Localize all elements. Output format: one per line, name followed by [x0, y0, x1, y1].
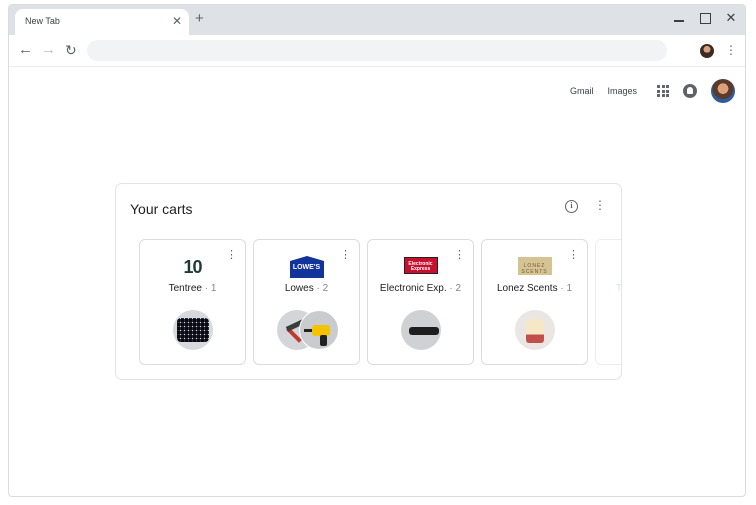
module-menu-icon[interactable]: ⋮	[594, 197, 606, 213]
item-count: · 1	[204, 283, 217, 294]
candle-product-image	[515, 310, 555, 350]
card-menu-icon[interactable]: ⋮	[340, 248, 351, 262]
cart-card-lowes[interactable]: ⋮ LOWE'S Lowes · 2	[253, 239, 360, 365]
soundbar-product-image	[401, 310, 441, 350]
item-count: · 1	[560, 283, 573, 294]
window-controls: ✕	[673, 11, 737, 25]
account-avatar[interactable]	[711, 79, 735, 103]
merchant-name: Lowes	[284, 283, 314, 294]
info-icon[interactable]: i	[565, 200, 578, 213]
cart-card-partial[interactable]: Ta	[595, 239, 621, 365]
cart-label: Lowes · 2	[254, 283, 359, 294]
drill-product-image	[299, 310, 339, 350]
cart-label: Electronic Exp. · 2	[368, 283, 473, 294]
cart-card-tentree[interactable]: ⋮ 10 Tentree · 1	[139, 239, 246, 365]
cart-card-lonez-scents[interactable]: ⋮ LONEZ SCENTS Lonez Scents · 1	[481, 239, 588, 365]
electronic-express-logo-icon: Electronic Express	[403, 257, 438, 274]
reload-icon[interactable]: ↻	[65, 41, 77, 59]
browser-menu-icon[interactable]: ⋮	[725, 42, 737, 58]
card-menu-icon[interactable]: ⋮	[454, 248, 465, 262]
shirt-product-image	[173, 310, 213, 350]
ntp-header: Gmail Images	[570, 77, 735, 105]
lonez-scents-logo-icon: LONEZ SCENTS	[517, 257, 552, 275]
module-title: Your carts	[130, 201, 193, 217]
forward-arrow-icon[interactable]: →	[41, 41, 56, 59]
card-menu-icon[interactable]: ⋮	[226, 248, 237, 262]
merchant-name: Ta	[616, 283, 621, 294]
tab-title: New Tab	[25, 16, 60, 26]
cart-card-electronic-express[interactable]: ⋮ Electronic Express Electronic Exp. · 2	[367, 239, 474, 365]
images-link[interactable]: Images	[607, 86, 637, 96]
carts-module: Your carts i ⋮ ⋮ 10 Tentree · 1 ⋮ LOWE'S…	[115, 183, 622, 380]
merchant-name: Lonez Scents	[496, 283, 558, 294]
gmail-link[interactable]: Gmail	[570, 86, 594, 96]
apps-grid-icon[interactable]	[657, 85, 669, 97]
new-tab-button[interactable]: +	[195, 11, 204, 27]
item-count: · 2	[449, 283, 462, 294]
browser-toolbar: ← → ↻ ⋮	[9, 35, 745, 67]
tab-strip: New Tab ✕ + ✕	[9, 5, 745, 35]
back-arrow-icon[interactable]: ←	[18, 41, 33, 59]
item-count: · 2	[316, 283, 329, 294]
merchant-name: Tentree	[168, 283, 202, 294]
notifications-icon[interactable]	[683, 84, 697, 98]
carts-row: ⋮ 10 Tentree · 1 ⋮ LOWE'S Lowes · 2 ⋮ El…	[131, 239, 621, 366]
window-close-icon[interactable]: ✕	[725, 11, 737, 25]
tab-new-tab[interactable]: New Tab ✕	[15, 9, 189, 35]
address-bar[interactable]	[87, 40, 667, 61]
lowes-logo-icon: LOWE'S	[289, 256, 324, 278]
merchant-name: Electronic Exp.	[379, 283, 447, 294]
card-menu-icon[interactable]: ⋮	[568, 248, 579, 262]
minimize-icon[interactable]	[673, 11, 685, 25]
maximize-icon[interactable]	[699, 11, 711, 25]
cart-label: Tentree · 1	[140, 283, 245, 294]
profile-avatar-icon[interactable]	[700, 44, 714, 58]
tentree-logo-icon: 10	[183, 257, 202, 277]
close-icon[interactable]: ✕	[172, 14, 182, 28]
cart-label: Lonez Scents · 1	[482, 283, 587, 294]
